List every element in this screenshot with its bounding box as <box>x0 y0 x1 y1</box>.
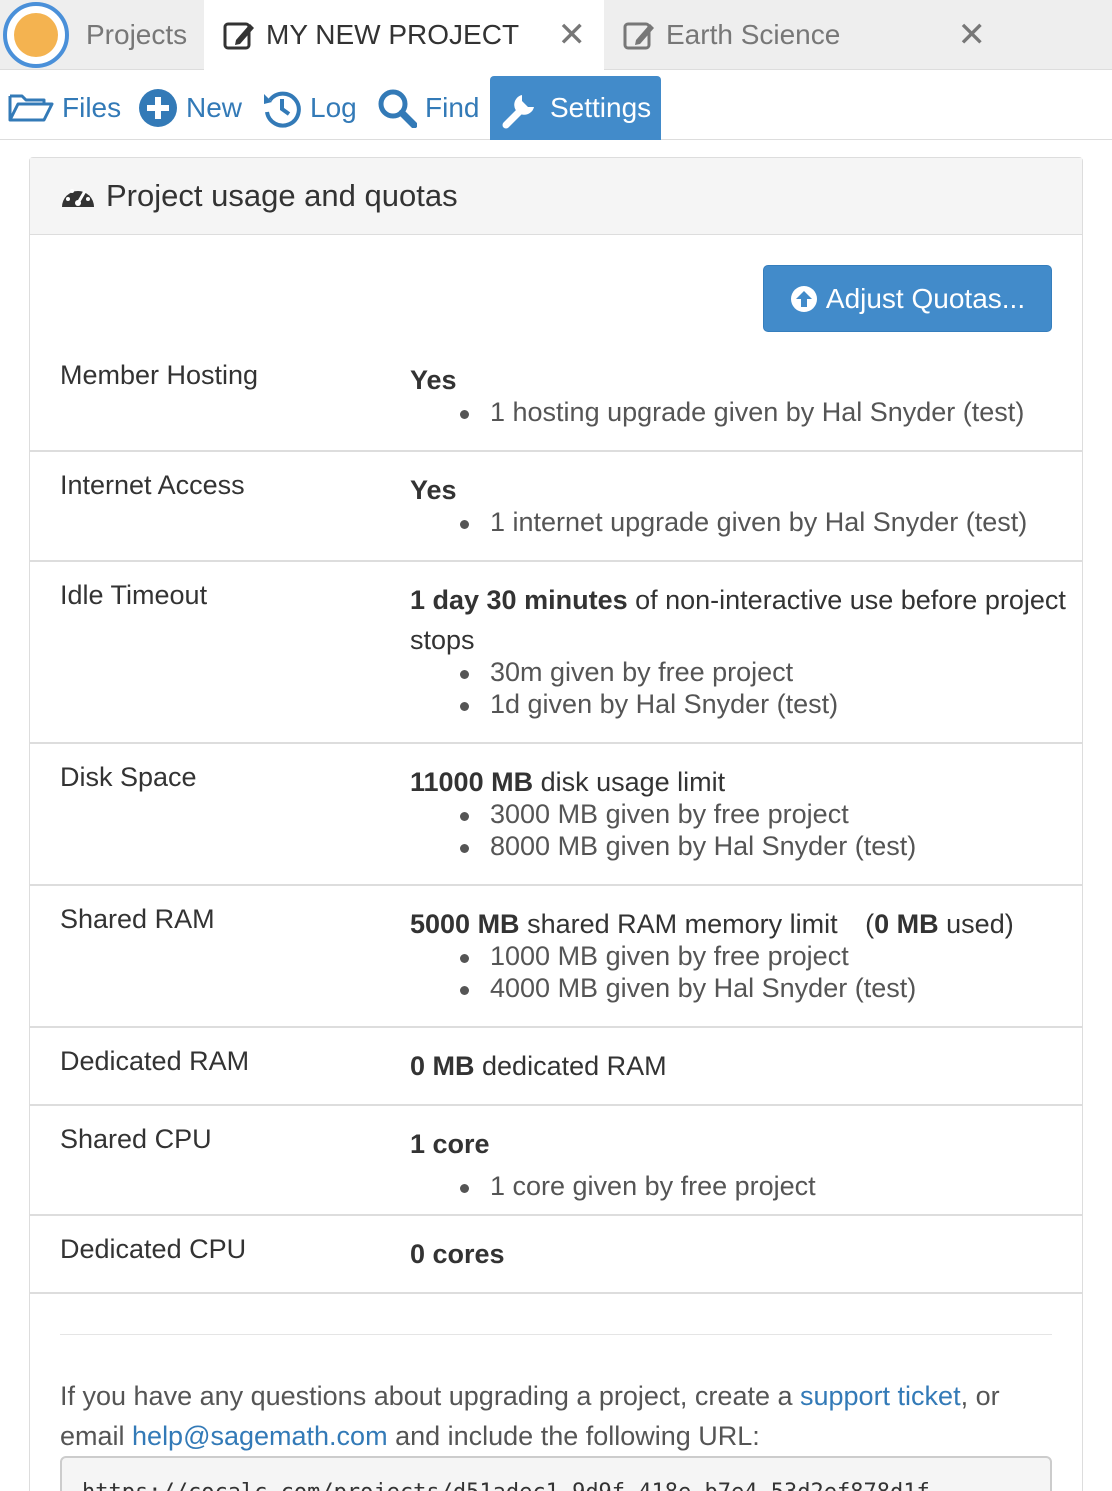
quota-value: 11000 MB disk usage limit 3000 MB given … <box>410 762 1070 862</box>
quota-label: Dedicated CPU <box>60 1234 247 1264</box>
quota-label: Dedicated RAM <box>60 1046 250 1076</box>
quota-label: Member Hosting <box>60 360 259 390</box>
quota-label: Shared RAM <box>60 904 215 934</box>
logo-ring <box>3 2 69 68</box>
folder-open-icon <box>8 94 54 122</box>
quota-row-shared-cpu: Shared CPU 1 core 1 core given by free p… <box>30 1106 1082 1216</box>
tab-earth-science-label: Earth Science <box>666 19 841 50</box>
usage-quotas-panel: Project usage and quotas Adjust Quotas..… <box>29 157 1083 1491</box>
search-icon <box>378 89 417 128</box>
quota-value-bold: 0 cores <box>410 1239 505 1269</box>
quota-sources: 1 internet upgrade given by Hal Snyder (… <box>410 506 1070 538</box>
adjust-quotas-button[interactable]: Adjust Quotas... <box>763 265 1052 332</box>
list-item: 3000 MB given by free project <box>410 798 1070 830</box>
list-item: 1d given by Hal Snyder (test) <box>410 688 1070 720</box>
quota-value: 0 cores <box>410 1234 1070 1274</box>
list-item: 1 core given by free project <box>410 1170 1070 1202</box>
tab-projects[interactable]: Projects <box>72 0 204 70</box>
quota-used-text: used) <box>938 909 1014 939</box>
quota-value-bold: 11000 MB <box>410 767 534 797</box>
dashboard-icon <box>62 189 94 207</box>
quota-row-member-hosting: Member Hosting Yes 1 hosting upgrade giv… <box>30 342 1082 452</box>
quota-row-shared-ram: Shared RAM 5000 MB shared RAM memory lim… <box>30 886 1082 1028</box>
list-item: 1 hosting upgrade given by Hal Snyder (t… <box>410 396 1070 428</box>
nav-log-button[interactable]: Log <box>262 76 357 140</box>
nav-new-button[interactable]: New <box>138 76 242 140</box>
list-item: 1 internet upgrade given by Hal Snyder (… <box>410 506 1070 538</box>
support-ticket-link[interactable]: support ticket <box>800 1381 961 1411</box>
nav-new-label: New <box>186 92 243 123</box>
close-icon[interactable]: ✕ <box>558 18 587 52</box>
project-page-nav: Files New Log Find Settings <box>0 76 1112 140</box>
nav-files-label: Files <box>62 92 122 123</box>
tab-earth-science[interactable]: Earth Science ✕ <box>604 0 1004 70</box>
edit-icon <box>223 22 254 50</box>
list-item: 8000 MB given by Hal Snyder (test) <box>410 830 1070 862</box>
quota-used-bold: 0 MB <box>874 909 939 939</box>
quota-row-disk-space: Disk Space 11000 MB disk usage limit 300… <box>30 744 1082 886</box>
project-tab-bar: Projects MY NEW PROJECT ✕ Earth Science … <box>0 0 1112 70</box>
adjust-quotas-label: Adjust Quotas... <box>825 282 1026 314</box>
quota-value: 0 MB dedicated RAM <box>410 1046 1070 1086</box>
wrench-icon <box>502 95 534 129</box>
help-text-part: and include the following URL: <box>387 1421 760 1451</box>
nav-files-button[interactable]: Files <box>8 76 121 140</box>
list-item: 1000 MB given by free project <box>410 940 1070 972</box>
cocalc-logo[interactable] <box>0 0 72 70</box>
nav-settings-label: Settings <box>550 92 652 123</box>
help-text-part: If you have any questions about upgradin… <box>60 1381 800 1411</box>
close-icon[interactable]: ✕ <box>958 18 987 52</box>
arrow-circle-up-icon <box>790 285 817 312</box>
quota-value-bold: 1 day 30 minutes <box>410 585 628 615</box>
history-icon <box>264 91 301 128</box>
nav-find-button[interactable]: Find <box>377 76 479 140</box>
quota-value: Yes 1 internet upgrade given by Hal Snyd… <box>410 470 1070 538</box>
divider <box>60 1334 1052 1335</box>
quota-value-bold: 1 core <box>410 1129 490 1159</box>
logo-center <box>14 13 58 57</box>
tab-projects-label: Projects <box>86 19 188 50</box>
quota-label: Shared CPU <box>60 1124 212 1154</box>
quota-value-bold: 5000 MB <box>410 909 520 939</box>
nav-settings-button[interactable]: Settings <box>490 76 661 140</box>
quota-sources: 1000 MB given by free project 4000 MB gi… <box>410 940 1070 1004</box>
quota-value: 1 core 1 core given by free project <box>410 1124 1070 1202</box>
quota-value-bold: Yes <box>410 475 457 505</box>
nav-log-label: Log <box>310 92 357 123</box>
email-link[interactable]: help@sagemath.com <box>132 1421 388 1451</box>
project-url-box[interactable]: https://cocalc.com/projects/d51adec1-9d9… <box>60 1456 1052 1491</box>
quota-value-text: dedicated RAM <box>474 1051 667 1081</box>
quota-used: (0 MB used) <box>865 909 1014 939</box>
quota-value-bold: 0 MB <box>410 1051 475 1081</box>
panel-title: Project usage and quotas <box>106 178 458 213</box>
quota-value-text: shared RAM memory limit <box>519 909 838 939</box>
quota-used-open: ( <box>865 909 875 939</box>
quota-row-dedicated-cpu: Dedicated CPU 0 cores <box>30 1216 1082 1294</box>
quota-sources: 1 hosting upgrade given by Hal Snyder (t… <box>410 396 1070 428</box>
tab-my-new-project-label: MY NEW PROJECT <box>266 19 520 50</box>
quota-value: 5000 MB shared RAM memory limit (0 MB us… <box>410 904 1070 1004</box>
quota-value: 1 day 30 minutes of non-interactive use … <box>410 580 1070 720</box>
quota-value-bold: Yes <box>410 365 457 395</box>
quota-label: Idle Timeout <box>60 580 208 610</box>
panel-heading: Project usage and quotas <box>30 158 1082 235</box>
nav-find-label: Find <box>425 92 480 123</box>
quota-row-internet-access: Internet Access Yes 1 internet upgrade g… <box>30 452 1082 562</box>
quota-label: Internet Access <box>60 470 245 500</box>
quota-row-dedicated-ram: Dedicated RAM 0 MB dedicated RAM <box>30 1028 1082 1106</box>
quota-sources: 3000 MB given by free project 8000 MB gi… <box>410 798 1070 862</box>
quota-value-text: disk usage limit <box>533 767 726 797</box>
upgrade-help-text: If you have any questions about upgradin… <box>60 1376 1060 1456</box>
quota-sources: 30m given by free project 1d given by Ha… <box>410 656 1070 720</box>
list-item: 30m given by free project <box>410 656 1070 688</box>
plus-circle-icon <box>139 89 177 127</box>
quota-sources: 1 core given by free project <box>410 1170 1070 1202</box>
quota-label: Disk Space <box>60 762 197 792</box>
list-item: 4000 MB given by Hal Snyder (test) <box>410 972 1070 1004</box>
tab-my-new-project[interactable]: MY NEW PROJECT ✕ <box>204 0 604 70</box>
quota-row-idle-timeout: Idle Timeout 1 day 30 minutes of non-int… <box>30 562 1082 744</box>
edit-icon <box>623 22 654 50</box>
quota-value: Yes 1 hosting upgrade given by Hal Snyde… <box>410 360 1070 428</box>
